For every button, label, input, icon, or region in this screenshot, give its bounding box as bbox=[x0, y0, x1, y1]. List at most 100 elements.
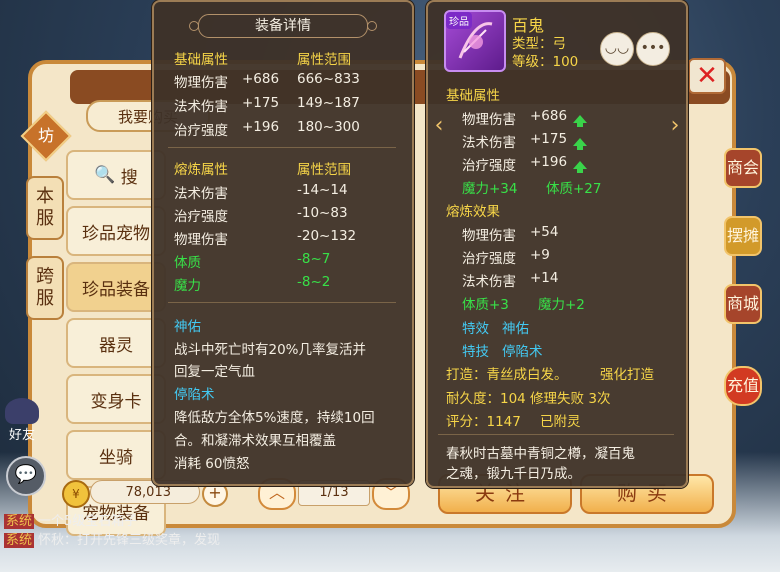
bonus-stat: 魔力+34 bbox=[462, 181, 518, 197]
refine-range-header: 属性范围 bbox=[297, 162, 351, 178]
shop-badge-label: 坊 bbox=[37, 126, 54, 145]
item-description: 春秋时古墓中青铜之樽，凝百鬼 bbox=[446, 446, 635, 462]
base-stat-range: 666~833 bbox=[297, 71, 360, 87]
refine-stat-range: -20~132 bbox=[297, 228, 357, 244]
tab-this-server[interactable]: 本服 bbox=[26, 176, 64, 240]
item-description: 之魂，锻九千日乃成。 bbox=[446, 466, 581, 482]
chat-icon: 💬 bbox=[14, 464, 38, 485]
next-item-button[interactable]: › bbox=[666, 112, 684, 140]
durability-text: 耐久度：104 修理失败 3次 bbox=[446, 391, 611, 407]
prev-item-button[interactable]: ‹ bbox=[430, 112, 448, 140]
category-spirit[interactable]: 器灵 bbox=[66, 318, 166, 368]
base-stat-name: 物理伤害 bbox=[174, 75, 228, 91]
item-icon: 珍品 bbox=[444, 10, 506, 72]
tab-mall[interactable]: 商城 bbox=[724, 284, 762, 324]
item-level: 等级：100 bbox=[512, 54, 579, 70]
score-text: 评分：1147 bbox=[446, 414, 521, 430]
item-card-panel: 珍品 百鬼 类型：弓 等级：100 ◡◡ ••• ‹ › 基础属性 物理伤害 +… bbox=[426, 0, 688, 488]
forge-text: 打造：青丝成白发。 bbox=[446, 367, 568, 383]
tab-cross-server[interactable]: 跨服 bbox=[26, 256, 64, 320]
chat-line: 系统 一个5级宝石箱子 bbox=[0, 512, 780, 531]
arrow-up-icon bbox=[573, 158, 587, 174]
base-stat-name: 法术伤害 bbox=[462, 135, 516, 151]
special-effect-label: 特效 bbox=[462, 321, 489, 337]
chat-text: 一个5级宝石箱子 bbox=[38, 514, 138, 529]
friend-button[interactable]: 好友 bbox=[2, 398, 42, 446]
skill-description: 回复一定气血 bbox=[174, 364, 255, 380]
skill-description: 降低敌方全体5%速度，持续10回 bbox=[174, 410, 375, 426]
rare-tag: 珍品 bbox=[446, 12, 472, 29]
refine-effect-header: 熔炼效果 bbox=[446, 204, 500, 220]
base-stat-name: 治疗强度 bbox=[174, 123, 228, 139]
divider bbox=[168, 147, 396, 148]
base-stat-value: +175 bbox=[242, 95, 280, 111]
chat-tag: 系统 bbox=[4, 514, 35, 529]
skill-cost: 消耗 60愤怒 bbox=[174, 456, 250, 472]
refine-stat-range: -8~2 bbox=[297, 274, 331, 290]
bonus-stat: 体质+27 bbox=[546, 181, 602, 197]
friend-label: 好友 bbox=[8, 428, 35, 443]
friend-avatar bbox=[5, 398, 39, 424]
divider bbox=[438, 434, 674, 435]
special-skill: 停陷术 bbox=[502, 344, 543, 360]
spirit-text: 已附灵 bbox=[540, 414, 581, 430]
skill-name: 停陷术 bbox=[174, 387, 215, 403]
base-stat-value: +196 bbox=[242, 119, 280, 135]
refine-stat-name: 治疗强度 bbox=[174, 209, 228, 225]
base-stat-range: 149~187 bbox=[297, 95, 360, 111]
refine-stat-name: 物理伤害 bbox=[462, 228, 516, 244]
base-stat-value: +196 bbox=[530, 154, 568, 170]
close-icon: ✕ bbox=[696, 61, 718, 91]
chat-tag: 系统 bbox=[4, 533, 35, 548]
refine-stat-name: 物理伤害 bbox=[174, 232, 228, 248]
tab-commerce[interactable]: 商会 bbox=[724, 148, 762, 188]
refine-bonus: 体质+3 bbox=[462, 297, 509, 313]
base-attr-header: 基础属性 bbox=[446, 88, 500, 104]
chevron-left-icon: ‹ bbox=[434, 113, 444, 138]
strengthen-text: 强化打造 bbox=[600, 367, 654, 383]
coin-icon: ¥ bbox=[62, 480, 90, 508]
category-transform-card[interactable]: 变身卡 bbox=[66, 374, 166, 424]
close-button[interactable]: ✕ bbox=[688, 58, 726, 94]
eye-icon: ◡◡ bbox=[604, 40, 630, 56]
special-skill-label: 特技 bbox=[462, 344, 489, 360]
divider bbox=[168, 302, 396, 303]
category-rare-pet[interactable]: 珍品宠物 bbox=[66, 206, 166, 256]
tab-recharge[interactable]: 充值 bbox=[724, 366, 762, 406]
category-rare-equipment[interactable]: 珍品装备 bbox=[66, 262, 166, 312]
chat-text: 怀秋：打开先锋三级奖章，发现 bbox=[38, 533, 221, 548]
base-stat-value: +686 bbox=[530, 108, 568, 124]
base-stat-name: 法术伤害 bbox=[174, 99, 228, 115]
search-icon: 🔍 bbox=[94, 165, 121, 185]
base-range-header: 属性范围 bbox=[297, 52, 351, 68]
refine-stat-name: 法术伤害 bbox=[462, 274, 516, 290]
search-label: 搜 bbox=[120, 167, 138, 188]
tab-this-server-label: 本服 bbox=[36, 186, 54, 229]
tab-stall[interactable]: 摆摊 bbox=[724, 216, 762, 256]
refine-stat-range: -10~83 bbox=[297, 205, 348, 221]
preview-button[interactable]: ◡◡ bbox=[600, 32, 634, 66]
chat-log: 系统 一个5级宝石箱子 系统 怀秋：打开先锋三级奖章，发现 bbox=[0, 512, 780, 572]
refine-stat-value: +9 bbox=[530, 247, 550, 263]
special-effect: 神佑 bbox=[502, 321, 529, 337]
search-button[interactable]: 🔍 搜 bbox=[66, 150, 166, 200]
more-icon: ••• bbox=[640, 40, 666, 56]
refine-stat-range: -14~14 bbox=[297, 182, 348, 198]
equipment-detail-panel: 装备详情 基础属性 属性范围 物理伤害 +686 666~833 法术伤害 +1… bbox=[152, 0, 414, 486]
refine-stat-name: 魔力 bbox=[174, 278, 201, 294]
chevron-right-icon: › bbox=[670, 113, 680, 138]
base-attr-header: 基础属性 bbox=[174, 52, 228, 68]
skill-description: 合。和凝滞术效果互相覆盖 bbox=[174, 433, 336, 449]
item-type: 类型：弓 bbox=[512, 36, 566, 52]
chat-button[interactable]: 💬 bbox=[6, 456, 46, 496]
chat-line: 系统 怀秋：打开先锋三级奖章，发现 bbox=[0, 531, 780, 550]
category-mount[interactable]: 坐骑 bbox=[66, 430, 166, 480]
refine-bonus: 魔力+2 bbox=[538, 297, 585, 313]
more-button[interactable]: ••• bbox=[636, 32, 670, 66]
skill-description: 战斗中死亡时有20%几率复活并 bbox=[174, 342, 367, 358]
refine-stat-name: 法术伤害 bbox=[174, 186, 228, 202]
base-stat-value: +175 bbox=[530, 131, 568, 147]
refine-stat-range: -8~7 bbox=[297, 251, 331, 267]
panel-title: 装备详情 bbox=[189, 14, 377, 38]
refine-attr-header: 熔炼属性 bbox=[174, 162, 228, 178]
